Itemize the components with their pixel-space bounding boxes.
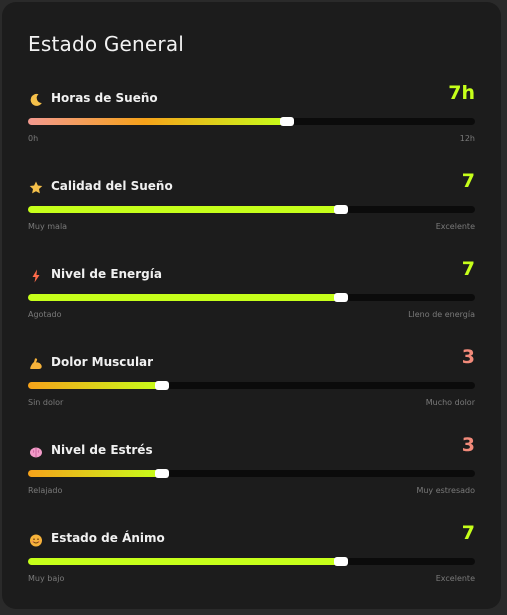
- metric-header: Nivel de Energía 7: [28, 258, 475, 290]
- metric-header: Estado de Ánimo 7: [28, 522, 475, 554]
- metric-header: Horas de Sueño 7h: [28, 82, 475, 114]
- metric-min-label: Relajado: [28, 486, 63, 495]
- metric-slider-track[interactable]: [28, 381, 475, 390]
- metric-min-label: Muy mala: [28, 222, 68, 231]
- metric-nivel-estres: Nivel de Estrés 3 Relajado Muy estresado: [28, 434, 475, 512]
- metric-slider-fill: [28, 294, 341, 301]
- metric-slider-track[interactable]: [28, 117, 475, 126]
- metric-min-label: Sin dolor: [28, 398, 64, 407]
- metric-slider-fill: [28, 470, 163, 477]
- metric-value: 7h: [448, 82, 475, 104]
- metric-dolor-muscular: Dolor Muscular 3 Sin dolor Mucho dolor: [28, 346, 475, 424]
- metric-slider-fill: [28, 382, 163, 389]
- metric-slider-track[interactable]: [28, 557, 475, 566]
- metric-max-label: Excelente: [435, 222, 475, 231]
- brain-icon: [28, 444, 44, 460]
- lightning-icon: [28, 268, 44, 284]
- metric-label: Nivel de Energía: [51, 267, 162, 281]
- metric-value: 7: [461, 170, 475, 192]
- metric-min-label: Muy bajo: [28, 574, 65, 583]
- metric-header: Nivel de Estrés 3: [28, 434, 475, 466]
- metric-label: Dolor Muscular: [51, 355, 154, 369]
- smiling-face-icon: [28, 532, 44, 548]
- metric-slider-thumb[interactable]: [333, 557, 348, 566]
- metric-value: 7: [461, 522, 475, 544]
- metric-slider-fill: [28, 118, 288, 125]
- metric-horas-sueno: Horas de Sueño 7h 0h 12h: [28, 82, 475, 160]
- metric-max-label: Lleno de energía: [408, 310, 475, 319]
- metric-slider-thumb[interactable]: [155, 469, 170, 478]
- metric-max-label: Mucho dolor: [425, 398, 475, 407]
- metric-label: Horas de Sueño: [51, 91, 158, 105]
- star-icon: [28, 180, 44, 196]
- metric-min-label: Agotado: [28, 310, 62, 319]
- metric-max-label: Muy estresado: [416, 486, 475, 495]
- metric-header: Dolor Muscular 3: [28, 346, 475, 378]
- metric-label: Calidad del Sueño: [51, 179, 173, 193]
- metric-slider-thumb[interactable]: [280, 117, 295, 126]
- metric-slider-thumb[interactable]: [155, 381, 170, 390]
- card-title: Estado General: [28, 32, 185, 56]
- metric-label: Estado de Ánimo: [51, 531, 165, 545]
- flexed-bicep-icon: [28, 356, 44, 372]
- metric-slider-track[interactable]: [28, 293, 475, 302]
- metric-value: 7: [461, 258, 475, 280]
- metric-min-label: 0h: [28, 134, 39, 143]
- metric-slider-fill: [28, 206, 341, 213]
- metric-slider-thumb[interactable]: [333, 205, 348, 214]
- metric-slider-track[interactable]: [28, 205, 475, 214]
- crescent-moon-icon: [28, 92, 44, 108]
- metric-value: 3: [461, 434, 475, 456]
- metric-max-label: 12h: [459, 134, 475, 143]
- estado-general-card: Estado General Horas de Sueño 7h 0h 12h …: [2, 2, 501, 609]
- metric-label: Nivel de Estrés: [51, 443, 153, 457]
- metric-slider-track[interactable]: [28, 469, 475, 478]
- metric-max-label: Excelente: [435, 574, 475, 583]
- metric-value: 3: [461, 346, 475, 368]
- metric-header: Calidad del Sueño 7: [28, 170, 475, 202]
- metric-calidad-sueno: Calidad del Sueño 7 Muy mala Excelente: [28, 170, 475, 248]
- metric-estado-animo: Estado de Ánimo 7 Muy bajo Excelente: [28, 522, 475, 600]
- metric-slider-fill: [28, 558, 341, 565]
- metric-slider-thumb[interactable]: [333, 293, 348, 302]
- metric-nivel-energia: Nivel de Energía 7 Agotado Lleno de ener…: [28, 258, 475, 336]
